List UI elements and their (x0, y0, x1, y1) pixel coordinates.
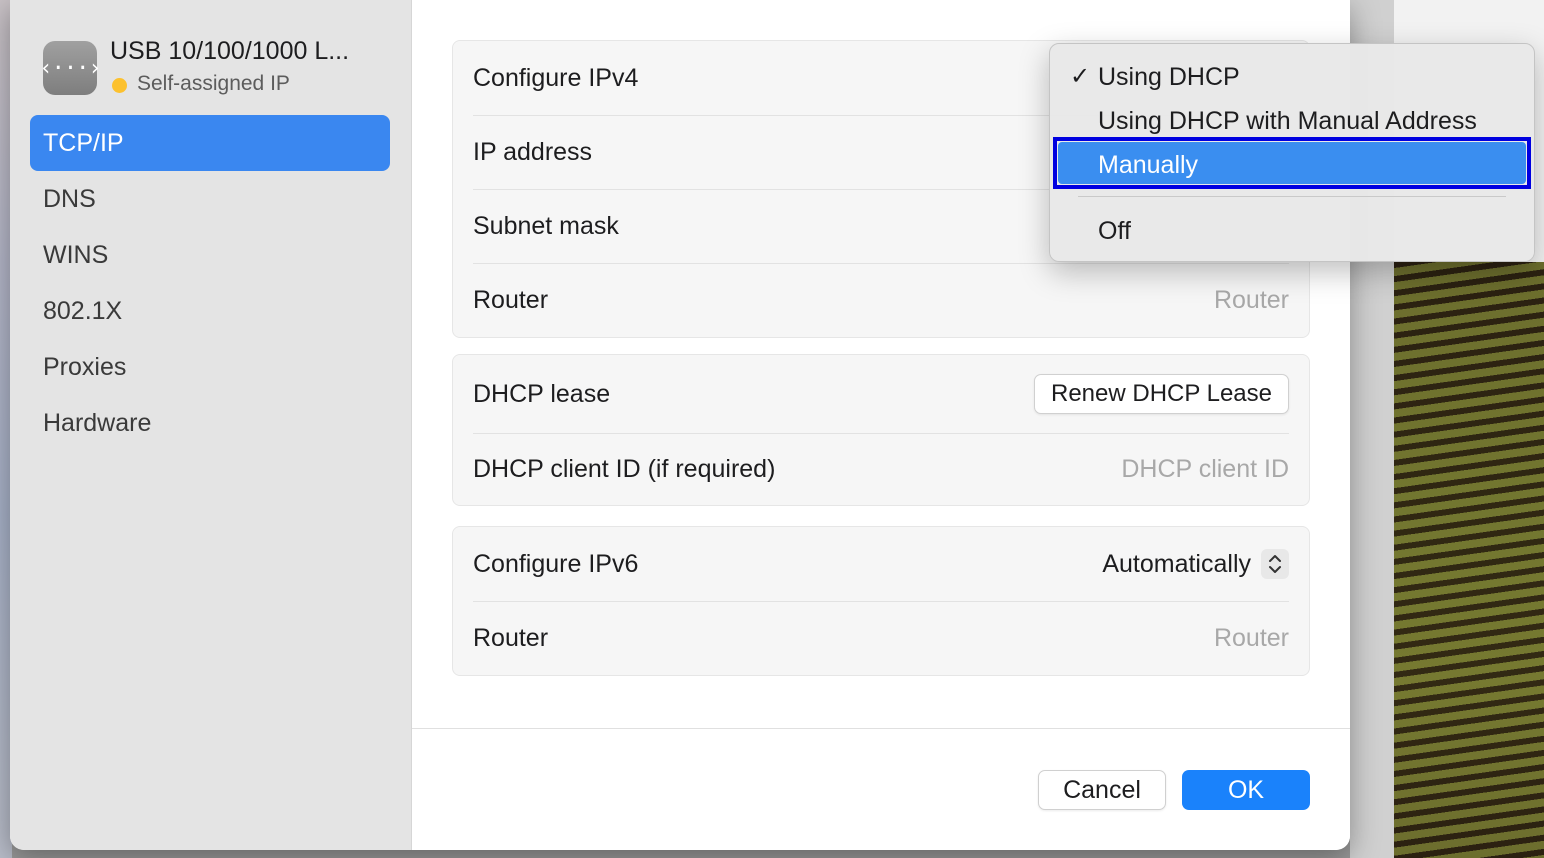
sidebar-item-tcpip[interactable]: TCP/IP (30, 115, 390, 171)
sidebar-nav: TCP/IP DNS WINS 802.1X Proxies Hardware (30, 115, 390, 451)
checkmark-icon: ✓ (1070, 63, 1091, 90)
ipv6-router-field[interactable]: Router (1214, 624, 1289, 653)
status-dot-icon (112, 78, 127, 93)
configure-ipv6-popup[interactable]: Automatically (1102, 549, 1289, 579)
sidebar-item-8021x[interactable]: 802.1X (30, 283, 390, 339)
ipv4-router-label: Router (473, 285, 549, 314)
configure-ipv4-label: Configure IPv4 (473, 63, 639, 92)
ipv6-router-label: Router (473, 623, 549, 652)
configure-ipv6-value: Automatically (1102, 549, 1251, 578)
sidebar: ‹···› USB 10/100/1000 L... Self-assigned… (10, 0, 412, 850)
configure-ipv4-dropdown-menu: ✓ Using DHCP Using DHCP with Manual Addr… (1049, 43, 1535, 262)
ipv6-group: Configure IPv6 Automatically Router Rout… (452, 526, 1310, 676)
interface-status: Self-assigned IP (137, 72, 290, 95)
dhcp-client-id-label: DHCP client ID (if required) (473, 454, 776, 483)
cancel-button[interactable]: Cancel (1038, 770, 1166, 810)
ip-address-label: IP address (473, 137, 593, 166)
ok-button[interactable]: OK (1182, 770, 1310, 810)
ipv4-router-row: Router Router (453, 263, 1309, 337)
interface-name: USB 10/100/1000 L... (110, 37, 350, 65)
menu-item-label: Off (1098, 217, 1131, 245)
dhcp-lease-row: DHCP lease Renew DHCP Lease (453, 355, 1309, 433)
configure-ipv6-row: Configure IPv6 Automatically (453, 527, 1309, 601)
subnet-mask-label: Subnet mask (473, 211, 619, 240)
sidebar-item-dns[interactable]: DNS (30, 171, 390, 227)
menu-separator (1078, 196, 1506, 197)
chevron-up-down-icon (1261, 549, 1289, 579)
menu-item-manually[interactable]: Manually (1050, 143, 1536, 187)
dhcp-group: DHCP lease Renew DHCP Lease DHCP client … (452, 354, 1310, 506)
renew-dhcp-lease-button[interactable]: Renew DHCP Lease (1033, 374, 1289, 414)
ipv6-router-row: Router Router (453, 601, 1309, 675)
dhcp-client-id-field[interactable]: DHCP client ID (1121, 455, 1289, 484)
sidebar-item-proxies[interactable]: Proxies (30, 339, 390, 395)
menu-item-off[interactable]: Off (1050, 209, 1536, 253)
ipv4-router-field[interactable]: Router (1214, 286, 1289, 315)
wallpaper-photo (1394, 262, 1544, 858)
sidebar-item-wins[interactable]: WINS (30, 227, 390, 283)
menu-item-using-dhcp[interactable]: ✓ Using DHCP (1050, 55, 1536, 99)
footer-divider (412, 728, 1350, 729)
sidebar-item-hardware[interactable]: Hardware (30, 395, 390, 451)
dhcp-client-id-row: DHCP client ID (if required) DHCP client… (453, 433, 1309, 505)
menu-item-label: Using DHCP (1098, 63, 1240, 91)
configure-ipv6-label: Configure IPv6 (473, 549, 639, 578)
dhcp-lease-label: DHCP lease (473, 379, 611, 408)
network-interface-icon: ‹···› (39, 41, 102, 95)
menu-item-label: Manually (1098, 151, 1199, 179)
